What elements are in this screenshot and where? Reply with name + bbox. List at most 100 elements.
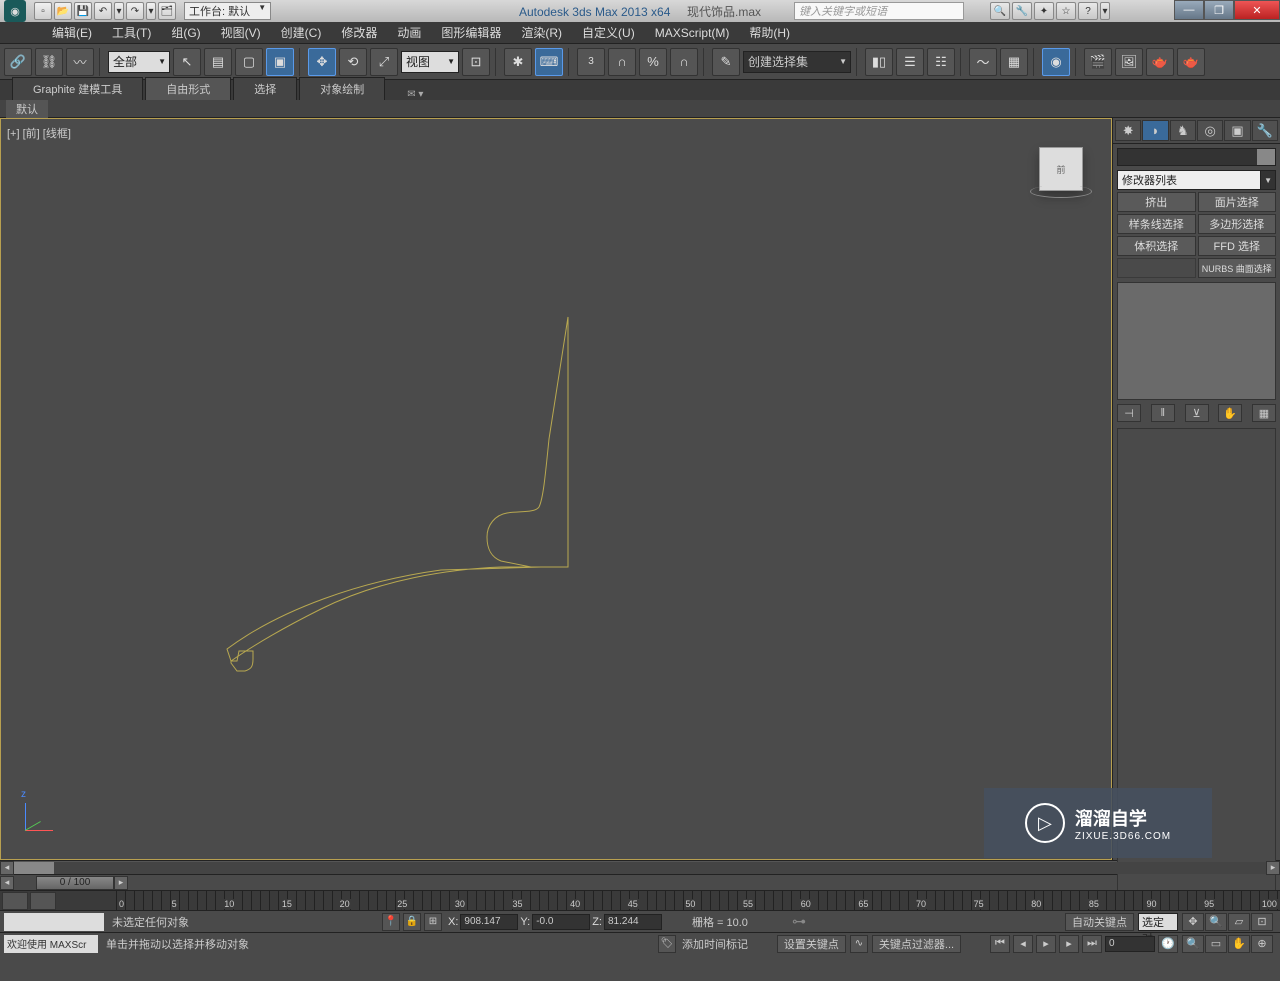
manipulate-icon[interactable]: ✱	[504, 48, 532, 76]
save-icon[interactable]: 💾	[74, 2, 92, 20]
help-dd-icon[interactable]: ▾	[1100, 2, 1110, 20]
remove-mod-icon[interactable]: ✋	[1218, 404, 1242, 422]
schematic-icon[interactable]: ▦	[1000, 48, 1028, 76]
abs-transform-icon[interactable]: ⊞	[424, 913, 442, 931]
app-icon[interactable]: ◉	[4, 0, 26, 22]
nav-pan-icon[interactable]: ✥	[1182, 913, 1204, 931]
undo-icon[interactable]: ↶	[94, 2, 112, 20]
render-icon[interactable]: 🫖	[1146, 48, 1174, 76]
minimize-button[interactable]: —	[1174, 0, 1204, 20]
edit-named-sel-icon[interactable]: ✎	[712, 48, 740, 76]
menu-create[interactable]: 创建(C)	[273, 22, 330, 43]
viewport-hscroll[interactable]: ◂ ▸	[0, 860, 1280, 874]
next-frame-icon[interactable]: ▸	[1059, 935, 1079, 953]
configure-icon[interactable]: ▦	[1252, 404, 1276, 422]
frame-prev-icon[interactable]: ◂	[0, 876, 14, 890]
btn-extrude[interactable]: 挤出	[1117, 192, 1196, 212]
menu-views[interactable]: 视图(V)	[213, 22, 269, 43]
y-field[interactable]: -0.0	[532, 914, 590, 930]
x-field[interactable]: 908.147	[460, 914, 518, 930]
ruler-ticks[interactable]: 0510152025303540455055606570758085909510…	[116, 891, 1280, 910]
menu-help[interactable]: 帮助(H)	[741, 22, 798, 43]
autokey-button[interactable]: 自动关键点	[1065, 913, 1134, 931]
modifier-list-dropdown[interactable]: 修改器列表	[1117, 170, 1276, 190]
new-icon[interactable]: ▫	[34, 2, 52, 20]
keyboard-shortcut-icon[interactable]: ⌨	[535, 48, 563, 76]
script-mini-listener-pink[interactable]	[4, 913, 104, 931]
nav-orbit-icon[interactable]: ⊕	[1251, 935, 1273, 953]
nav-fov-icon[interactable]: ▱	[1228, 913, 1250, 931]
modifier-stack[interactable]	[1117, 282, 1276, 400]
scroll-right-icon[interactable]: ▸	[1266, 861, 1280, 875]
select-region-icon[interactable]: ▢	[235, 48, 263, 76]
ribbon-minimize-icon[interactable]: ✉ ▾	[407, 89, 423, 100]
tab-create-icon[interactable]: ✸	[1115, 120, 1141, 141]
show-end-icon[interactable]: ‖	[1151, 404, 1175, 422]
scroll-left-icon[interactable]: ◂	[0, 861, 14, 875]
nav-zoom-icon[interactable]: 🔍	[1205, 913, 1227, 931]
workspace-dropdown[interactable]: 工作台: 默认	[184, 2, 271, 20]
pivot-icon[interactable]: ⊡	[462, 48, 490, 76]
select-name-icon[interactable]: ▤	[204, 48, 232, 76]
search-input[interactable]: 键入关键字或短语	[794, 2, 964, 20]
subscription-icon[interactable]: 🔧	[1012, 2, 1032, 20]
help-icon[interactable]: ?	[1078, 2, 1098, 20]
tab-motion-icon[interactable]: ◎	[1197, 120, 1223, 141]
lock-selection-icon[interactable]: 📍	[382, 913, 400, 931]
snap-toggle-icon[interactable]: 3	[577, 48, 605, 76]
menu-render[interactable]: 渲染(R)	[513, 22, 570, 43]
add-time-marker[interactable]: 添加时间标记	[682, 936, 748, 952]
named-selection-dropdown[interactable]: 创建选择集	[743, 51, 851, 73]
btn-nurbs-select[interactable]: NURBS 曲面选择	[1198, 258, 1277, 278]
object-color-swatch[interactable]	[1257, 149, 1275, 165]
tab-freeform[interactable]: 自由形式	[145, 77, 231, 100]
trackbar-toggle-2[interactable]	[30, 892, 56, 910]
unique-icon[interactable]: ⊻	[1185, 404, 1209, 422]
menu-modifiers[interactable]: 修改器	[333, 22, 385, 43]
maximize-button[interactable]: ❐	[1204, 0, 1234, 20]
selection-lock-icon[interactable]: 🔒	[403, 913, 421, 931]
angle-snap-icon[interactable]: ∩	[608, 48, 636, 76]
mirror-icon[interactable]: ▮▯	[865, 48, 893, 76]
key-mode-icon[interactable]: ∿	[850, 935, 868, 953]
menu-maxscript[interactable]: MAXScript(M)	[647, 24, 738, 42]
align-icon[interactable]: ☰	[896, 48, 924, 76]
menu-tools[interactable]: 工具(T)	[104, 22, 159, 43]
percent-snap-icon[interactable]: %	[639, 48, 667, 76]
tab-paint[interactable]: 对象绘制	[299, 77, 385, 100]
tab-utilities-icon[interactable]: 🔧	[1252, 120, 1278, 141]
window-crossing-icon[interactable]: ▣	[266, 48, 294, 76]
script-mini-listener[interactable]: 欢迎使用 MAXScr	[4, 935, 98, 953]
render-last-icon[interactable]: 🫖	[1177, 48, 1205, 76]
tab-select[interactable]: 选择	[233, 77, 297, 100]
spinner-snap-icon[interactable]: ∩	[670, 48, 698, 76]
menu-group[interactable]: 组(G)	[163, 22, 208, 43]
viewport-label[interactable]: [+] [前] [线框]	[7, 125, 71, 141]
layers-icon[interactable]: ☷	[927, 48, 955, 76]
trackbar-toggle-1[interactable]	[2, 892, 28, 910]
tab-hierarchy-icon[interactable]: ♞	[1170, 120, 1196, 141]
render-setup-icon[interactable]: 🎬	[1084, 48, 1112, 76]
nav-zoom2-icon[interactable]: 🔍	[1182, 935, 1204, 953]
time-slider[interactable]: 0 / 100	[36, 876, 114, 890]
tab-modify-icon[interactable]: ◗	[1142, 120, 1168, 141]
viewcube[interactable]: 前	[1039, 147, 1083, 191]
menu-edit[interactable]: 编辑(E)	[44, 22, 100, 43]
scale-icon[interactable]: ⤢	[370, 48, 398, 76]
btn-ffd-select[interactable]: FFD 选择	[1198, 236, 1277, 256]
link-icon[interactable]: 🔗	[4, 48, 32, 76]
current-frame-field[interactable]: 0	[1105, 936, 1155, 952]
btn-spline-select[interactable]: 样条线选择	[1117, 214, 1196, 234]
close-button[interactable]: ✕	[1234, 0, 1280, 20]
nav-region-icon[interactable]: ▭	[1205, 935, 1227, 953]
play-icon[interactable]: ▸	[1036, 935, 1056, 953]
ref-coord-dropdown[interactable]: 视图	[401, 51, 459, 73]
goto-start-icon[interactable]: ⏮	[990, 935, 1010, 953]
goto-end-icon[interactable]: ⏭	[1082, 935, 1102, 953]
render-frame-icon[interactable]: 🖼	[1115, 48, 1143, 76]
select-icon[interactable]: ↖	[173, 48, 201, 76]
open-icon[interactable]: 📂	[54, 2, 72, 20]
btn-vol-select[interactable]: 体积选择	[1117, 236, 1196, 256]
project-icon[interactable]: 🗂	[158, 2, 176, 20]
selected-dropdown[interactable]: 选定对	[1138, 913, 1178, 931]
